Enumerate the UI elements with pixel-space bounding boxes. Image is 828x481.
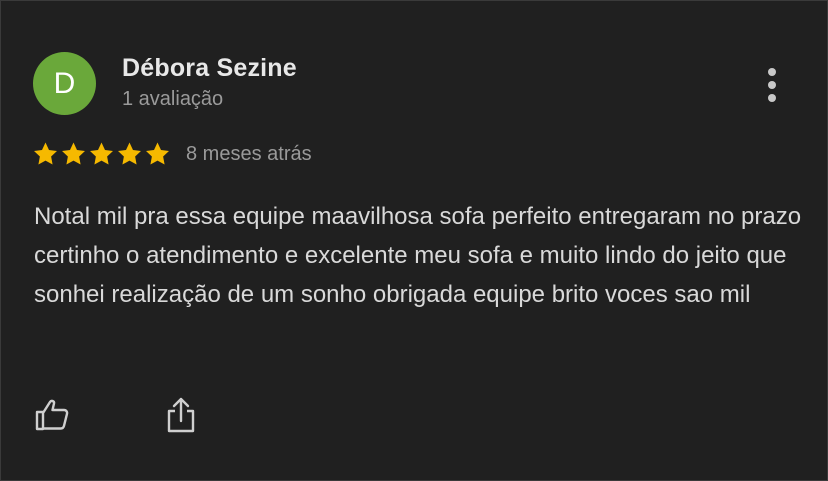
star-icon xyxy=(32,140,59,168)
thumbs-up-icon xyxy=(35,399,69,431)
like-button[interactable] xyxy=(33,395,73,435)
star-icon xyxy=(144,140,171,168)
reviewer-name[interactable]: Débora Sezine xyxy=(122,54,297,83)
star-icon xyxy=(116,140,143,168)
star-icon xyxy=(88,140,115,168)
star-icon xyxy=(60,140,87,168)
review-time: 8 meses atrás xyxy=(186,143,312,165)
more-options-button[interactable] xyxy=(758,65,788,105)
review-text: Notal mil pra essa equipe maavilhosa sof… xyxy=(34,203,802,308)
share-button[interactable] xyxy=(161,395,201,435)
share-icon xyxy=(167,397,195,433)
reviewer-review-count: 1 avaliação xyxy=(122,88,224,110)
avatar[interactable]: D xyxy=(33,52,96,115)
review-card: D Débora Sezine 1 avaliação 8 meses atrá… xyxy=(0,0,828,481)
star-rating xyxy=(32,140,171,168)
